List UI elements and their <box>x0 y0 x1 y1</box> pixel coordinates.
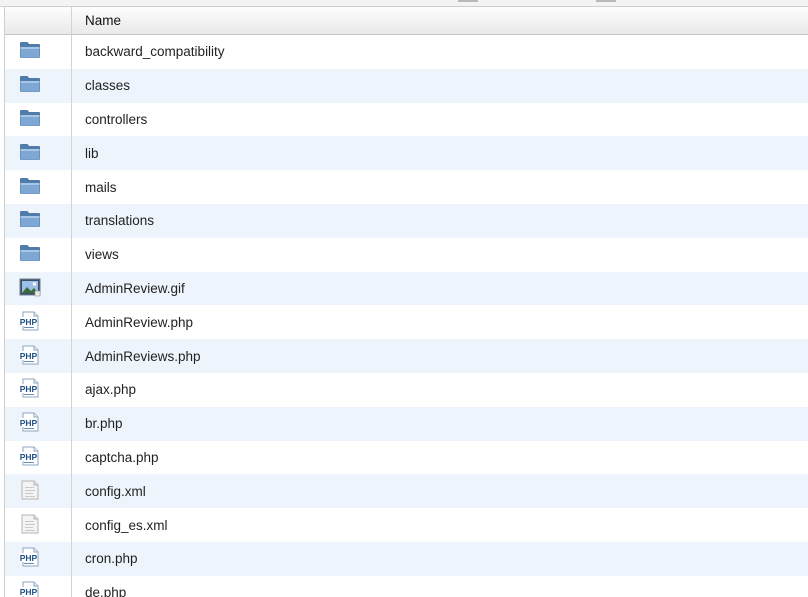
file-type-cell[interactable]: PHP <box>5 305 72 340</box>
file-type-cell[interactable] <box>5 508 72 542</box>
file-name[interactable]: AdminReview.gif <box>72 281 808 296</box>
text-file-icon <box>19 480 41 503</box>
php-file-icon: PHP <box>19 412 41 435</box>
file-type-cell[interactable] <box>5 237 72 272</box>
file-name[interactable]: AdminReview.php <box>72 315 808 330</box>
file-row[interactable]: lib <box>5 136 808 171</box>
file-name[interactable]: translations <box>72 213 808 228</box>
file-row[interactable]: PHP br.php <box>5 406 808 441</box>
file-row[interactable]: PHP cron.php <box>5 541 808 576</box>
file-row[interactable]: mails <box>5 170 808 204</box>
file-type-cell[interactable]: PHP <box>5 339 72 373</box>
file-type-cell[interactable] <box>5 170 72 204</box>
file-row[interactable]: config_es.xml <box>5 508 808 542</box>
svg-text:PHP: PHP <box>20 452 38 462</box>
php-file-icon: PHP <box>19 547 41 570</box>
svg-text:PHP: PHP <box>20 351 38 361</box>
folder-icon <box>19 209 41 232</box>
file-type-cell[interactable] <box>5 136 72 171</box>
file-name[interactable]: config_es.xml <box>72 518 808 533</box>
folder-icon <box>19 142 41 165</box>
file-type-cell[interactable] <box>5 203 72 238</box>
folder-icon <box>19 243 41 266</box>
text-file-icon <box>19 514 41 537</box>
file-type-cell[interactable]: PHP <box>5 575 72 597</box>
file-row[interactable]: translations <box>5 203 808 238</box>
file-name[interactable]: config.xml <box>72 484 808 499</box>
toolbar-mark <box>458 0 478 2</box>
file-type-cell[interactable] <box>5 271 72 306</box>
table-header: Name <box>5 7 808 35</box>
file-name[interactable]: controllers <box>72 112 808 127</box>
php-file-icon: PHP <box>19 581 41 597</box>
file-row[interactable]: PHP de.php <box>5 575 808 597</box>
file-row[interactable]: PHP AdminReviews.php <box>5 339 808 373</box>
php-file-icon: PHP <box>19 446 41 469</box>
php-file-icon: PHP <box>19 345 41 368</box>
svg-text:PHP: PHP <box>20 384 38 394</box>
file-name[interactable]: mails <box>72 180 808 195</box>
icon-column-header[interactable] <box>5 7 72 34</box>
file-name[interactable]: backward_compatibility <box>72 44 808 59</box>
image-file-icon <box>19 277 41 300</box>
name-column-header[interactable]: Name <box>72 7 808 34</box>
svg-text:PHP: PHP <box>20 553 38 563</box>
php-file-icon: PHP <box>19 311 41 334</box>
folder-icon <box>19 40 41 63</box>
file-name[interactable]: views <box>72 247 808 262</box>
svg-text:PHP: PHP <box>20 587 38 597</box>
file-type-cell[interactable] <box>5 68 72 103</box>
file-type-cell[interactable] <box>5 474 72 509</box>
toolbar-mark <box>596 0 616 2</box>
file-name[interactable]: ajax.php <box>72 382 808 397</box>
svg-text:PHP: PHP <box>20 317 38 327</box>
file-row[interactable]: backward_compatibility <box>5 35 808 69</box>
file-row[interactable]: controllers <box>5 102 808 137</box>
folder-icon <box>19 74 41 97</box>
file-list: backward_compatibility classes controlle… <box>5 35 808 597</box>
file-row[interactable]: PHP ajax.php <box>5 372 808 407</box>
file-type-cell[interactable]: PHP <box>5 406 72 441</box>
file-type-cell[interactable] <box>5 35 72 69</box>
file-name[interactable]: de.php <box>72 585 808 597</box>
file-row[interactable]: classes <box>5 68 808 103</box>
file-row[interactable]: AdminReview.gif <box>5 271 808 306</box>
file-name[interactable]: captcha.php <box>72 450 808 465</box>
folder-icon <box>19 176 41 199</box>
file-browser: Name backward_compatibility classes cont… <box>0 0 808 597</box>
file-type-cell[interactable]: PHP <box>5 372 72 407</box>
file-row[interactable]: PHP AdminReview.php <box>5 305 808 340</box>
file-name[interactable]: lib <box>72 146 808 161</box>
toolbar-edge <box>0 0 808 7</box>
file-row[interactable]: views <box>5 237 808 272</box>
file-name[interactable]: classes <box>72 78 808 93</box>
file-name[interactable]: cron.php <box>72 551 808 566</box>
file-name[interactable]: br.php <box>72 416 808 431</box>
file-type-cell[interactable]: PHP <box>5 541 72 576</box>
file-row[interactable]: config.xml <box>5 474 808 509</box>
file-row[interactable]: PHP captcha.php <box>5 440 808 475</box>
folder-icon <box>19 108 41 131</box>
svg-text:PHP: PHP <box>20 418 38 428</box>
file-name[interactable]: AdminReviews.php <box>72 349 808 364</box>
file-type-cell[interactable] <box>5 102 72 137</box>
file-type-cell[interactable]: PHP <box>5 440 72 475</box>
php-file-icon: PHP <box>19 378 41 401</box>
